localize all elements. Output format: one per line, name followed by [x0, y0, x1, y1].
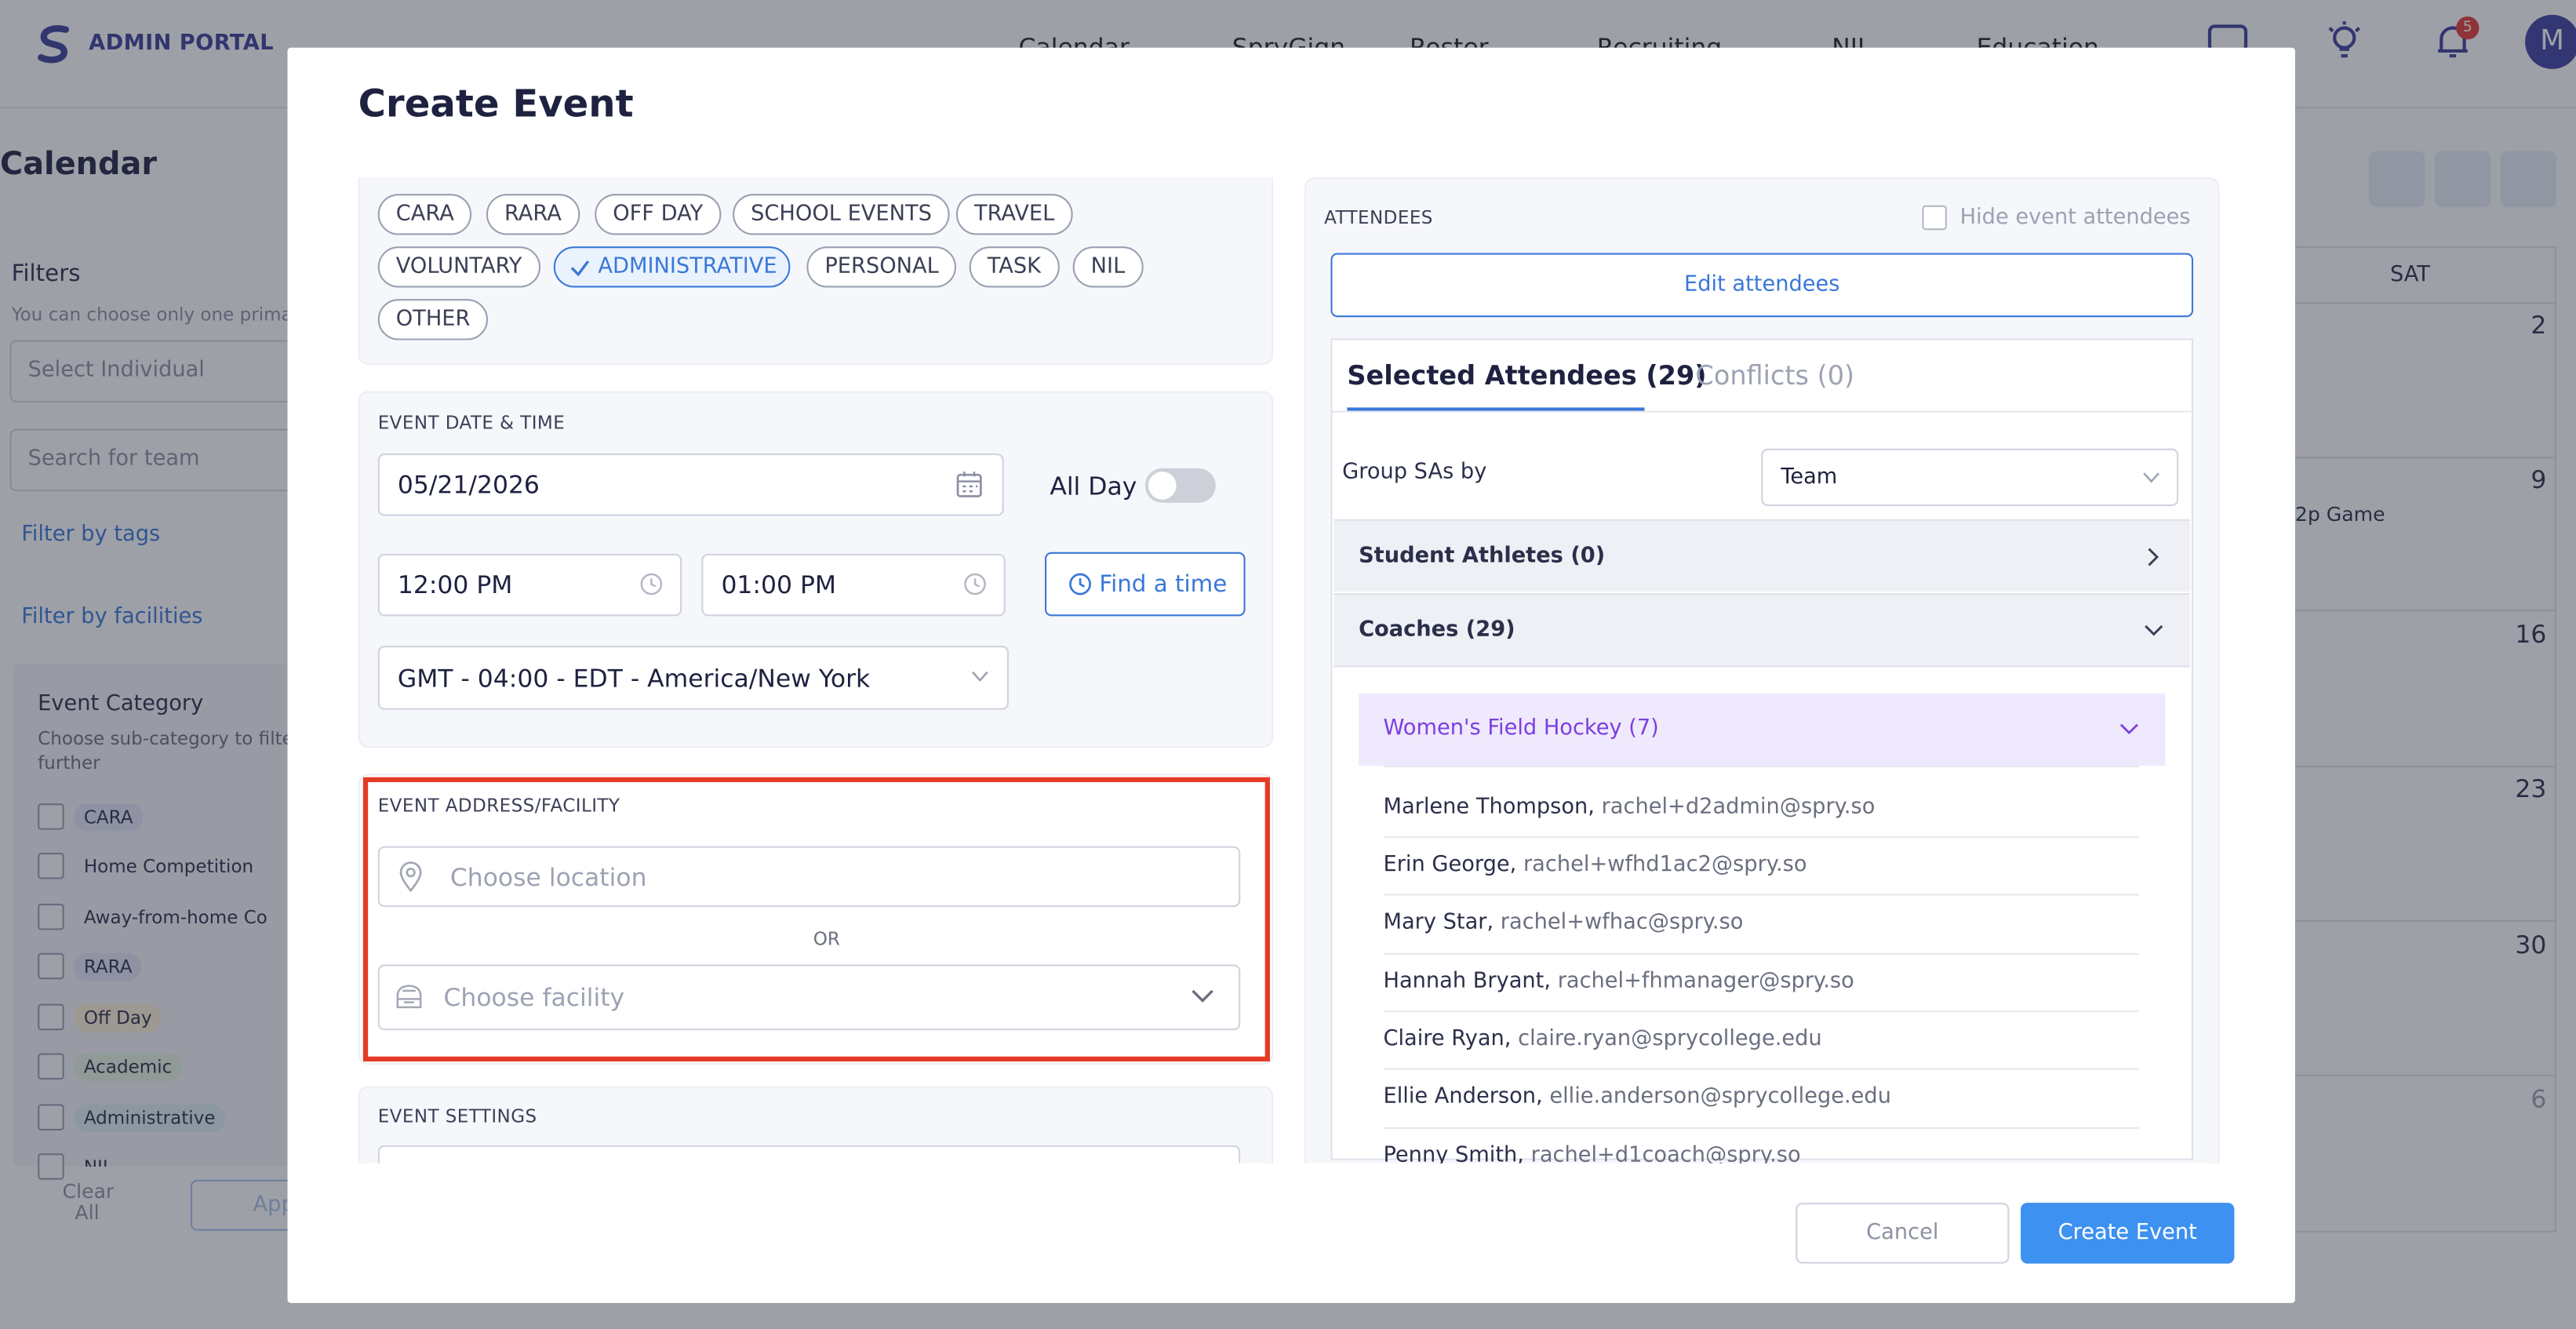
tab-selected-attendees[interactable]: Selected Attendees (29) — [1347, 360, 1706, 391]
attendee-row: Ellie Anderson, ellie.anderson@sprycolle… — [1383, 1084, 1890, 1109]
create-event-button[interactable]: Create Event — [2021, 1203, 2235, 1264]
row-divider — [1383, 765, 2139, 768]
event-type-chip[interactable]: PERSONAL — [806, 246, 957, 288]
row-divider — [1383, 1010, 2139, 1013]
attendee-row: Hannah Bryant, rachel+fhmanager@spry.so — [1383, 970, 1854, 994]
date-time-label: EVENT DATE & TIME — [377, 412, 566, 434]
event-type-chip[interactable]: TASK — [969, 246, 1060, 288]
attendee-name: Penny Smith, — [1383, 1143, 1524, 1163]
attendee-row: Claire Ryan, claire.ryan@sprycollege.edu — [1383, 1027, 1821, 1051]
modal-title: Create Event — [358, 83, 634, 127]
date-input[interactable]: 05/21/2026 — [377, 453, 1004, 516]
location-placeholder: Choose location — [449, 861, 647, 892]
cancel-button[interactable]: Cancel — [1796, 1203, 2010, 1264]
edit-attendees-button[interactable]: Edit attendees — [1330, 253, 2194, 318]
toggle-knob — [1148, 472, 1177, 500]
attendee-name: Mary Star, — [1383, 910, 1494, 935]
event-settings-label: EVENT SETTINGS — [377, 1105, 537, 1127]
attendee-email: rachel+fhmanager@spry.so — [1557, 969, 1854, 995]
attendee-email: ellie.anderson@sprycollege.edu — [1549, 1084, 1891, 1109]
facility-placeholder: Choose facility — [443, 982, 625, 1013]
attendee-name: Claire Ryan, — [1383, 1027, 1512, 1052]
attendee-name: Marlene Thompson, — [1383, 795, 1595, 821]
event-type-chip[interactable]: OTHER — [377, 299, 489, 340]
attendee-row: Erin George, rachel+wfhd1ac2@spry.so — [1383, 853, 1806, 877]
hide-attendees-checkbox[interactable] — [1922, 205, 1947, 231]
start-time-input[interactable]: 12:00 PM — [377, 553, 682, 617]
chevron-down-icon[interactable] — [2119, 723, 2139, 737]
group-by-select[interactable]: Team — [1761, 448, 2179, 507]
hide-attendees-label: Hide event attendees — [1959, 205, 2191, 231]
tab-conflicts[interactable]: Conflicts (0) — [1695, 360, 1854, 391]
row-divider — [1383, 1127, 2139, 1129]
start-time-value: 12:00 PM — [397, 570, 513, 600]
row-divider — [1383, 894, 2139, 896]
event-type-chip[interactable]: RARA — [486, 194, 580, 235]
end-time-input[interactable]: 01:00 PM — [701, 553, 1006, 617]
chevron-down-icon — [2143, 472, 2159, 483]
timezone-value: GMT - 04:00 - EDT - America/New York — [397, 663, 871, 693]
edit-attendees-label: Edit attendees — [1684, 272, 1840, 298]
end-time-value: 01:00 PM — [721, 570, 837, 600]
location-pin-icon — [399, 861, 422, 893]
event-settings-field[interactable] — [377, 1145, 1241, 1163]
group-by-label: Group SAs by — [1342, 460, 1487, 485]
event-type-chip[interactable]: VOLUNTARY — [377, 246, 540, 288]
attendee-row: Marlene Thompson, rachel+d2admin@spry.so — [1383, 796, 1875, 820]
timezone-select[interactable]: GMT - 04:00 - EDT - America/New York — [377, 646, 1009, 710]
attendee-name: Ellie Anderson, — [1383, 1084, 1543, 1109]
active-tab-indicator — [1347, 407, 1645, 411]
coaches-label: Coaches (29) — [1359, 617, 1515, 643]
attendee-email: rachel+d2admin@spry.so — [1601, 795, 1876, 821]
location-input[interactable]: Choose location — [377, 846, 1241, 908]
facility-icon — [396, 985, 422, 1009]
team-label: Women's Field Hockey (7) — [1383, 716, 1659, 741]
tab-divider — [1332, 410, 2192, 413]
chevron-down-icon — [971, 671, 988, 682]
or-divider: OR — [813, 928, 840, 950]
event-type-chip[interactable]: OFF DAY — [595, 194, 722, 235]
chevron-down-icon[interactable] — [1191, 989, 1213, 1004]
address-label: EVENT ADDRESS/FACILITY — [377, 795, 620, 817]
coaches-accordion[interactable]: Coaches (29) — [1333, 593, 2190, 668]
find-a-time-label: Find a time — [1099, 570, 1228, 598]
attendee-email: rachel+wfhd1ac2@spry.so — [1523, 852, 1807, 878]
event-type-chip[interactable]: CARA — [377, 194, 472, 235]
facility-select[interactable]: Choose facility — [377, 964, 1241, 1031]
event-type-chip[interactable]: TRAVEL — [955, 194, 1073, 235]
attendee-row: Penny Smith, rachel+d1coach@spry.so — [1383, 1144, 1800, 1163]
clock-icon — [640, 573, 663, 595]
check-icon — [570, 260, 590, 277]
clock-icon — [1069, 573, 1091, 595]
attendee-row-clip: Penny Smith, rachel+d1coach@spry.so — [1333, 1144, 2192, 1163]
attendee-email: rachel+d1coach@spry.so — [1530, 1143, 1801, 1163]
row-divider — [1383, 952, 2139, 955]
calendar-icon[interactable] — [955, 470, 984, 500]
student-athletes-accordion[interactable]: Student Athletes (0) — [1333, 519, 2190, 592]
attendee-name: Erin George, — [1383, 852, 1517, 878]
event-type-chip[interactable]: NIL — [1072, 246, 1144, 288]
date-value: 05/21/2026 — [397, 469, 540, 500]
attendee-email: claire.ryan@sprycollege.edu — [1518, 1027, 1822, 1052]
selected-chip-label: ADMINISTRATIVE — [598, 254, 777, 280]
event-type-chip[interactable]: SCHOOL EVENTS — [733, 194, 950, 235]
attendee-email: rachel+wfhac@spry.so — [1500, 910, 1744, 935]
chevron-right-icon[interactable] — [2147, 547, 2160, 566]
group-by-value: Team — [1781, 464, 1838, 490]
student-athletes-label: Student Athletes (0) — [1359, 544, 1606, 569]
clock-icon — [964, 573, 986, 595]
team-accordion[interactable]: Women's Field Hockey (7) — [1359, 693, 2166, 766]
row-divider — [1383, 1068, 2139, 1070]
attendee-row: Mary Star, rachel+wfhac@spry.so — [1383, 910, 1743, 934]
attendees-label: ATTENDEES — [1324, 206, 1433, 229]
chevron-down-icon[interactable] — [2144, 624, 2163, 638]
all-day-label: All Day — [1050, 472, 1137, 501]
row-divider — [1383, 836, 2139, 839]
attendee-name: Hannah Bryant, — [1383, 969, 1552, 995]
